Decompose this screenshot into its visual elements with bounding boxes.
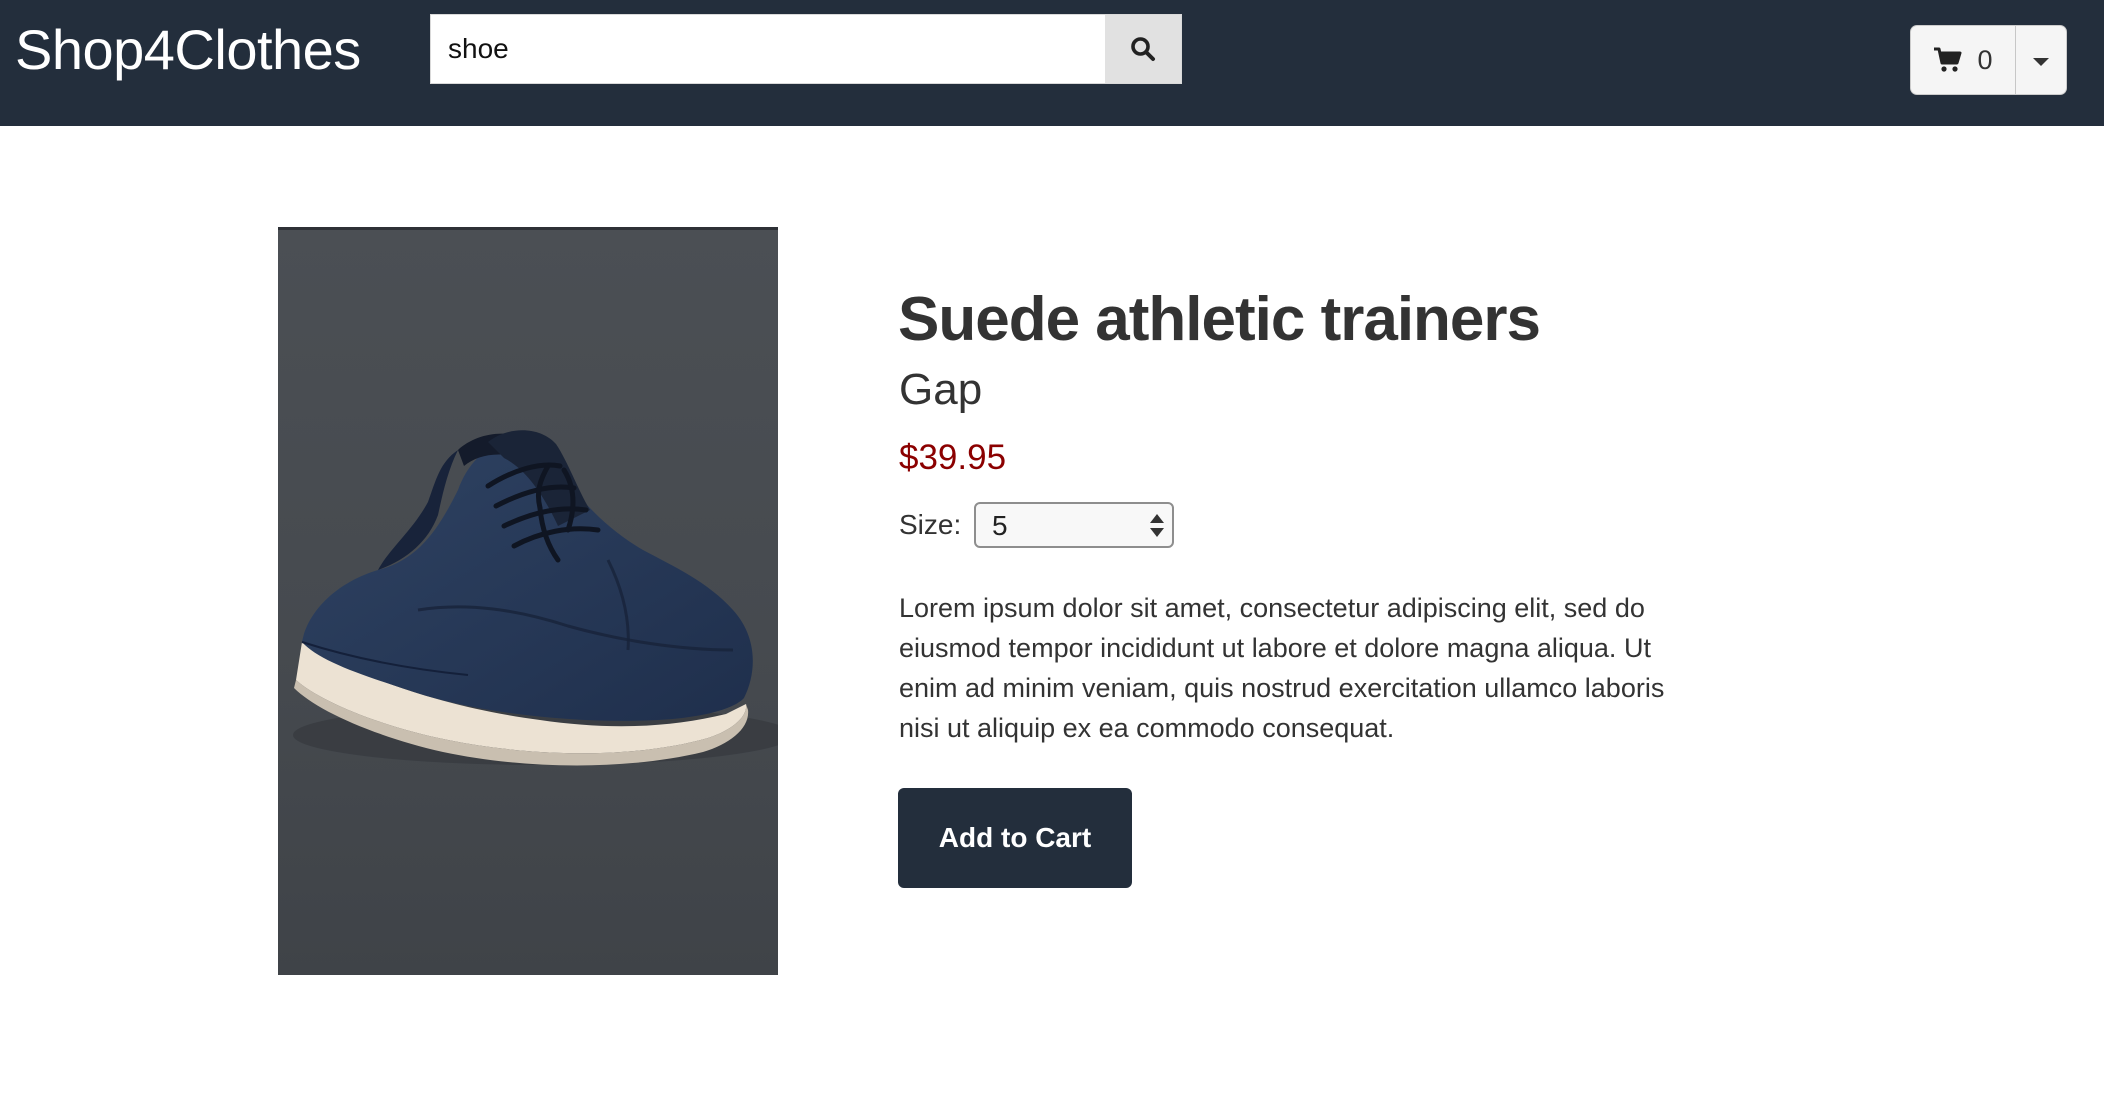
product-image bbox=[278, 227, 778, 975]
size-select[interactable]: 5 bbox=[974, 502, 1174, 548]
search-icon bbox=[1131, 37, 1155, 61]
search-input[interactable] bbox=[431, 15, 1105, 83]
size-label: Size: bbox=[899, 509, 962, 540]
site-logo[interactable]: Shop4Clothes bbox=[15, 14, 361, 86]
cart-dropdown-toggle[interactable] bbox=[2016, 26, 2066, 94]
search-button[interactable] bbox=[1105, 15, 1181, 83]
cart-count: 0 bbox=[1977, 44, 1993, 75]
product-price: $39.95 bbox=[899, 438, 1007, 477]
chevron-up-icon bbox=[1150, 514, 1164, 523]
shoe-image bbox=[293, 430, 778, 766]
product-description: Lorem ipsum dolor sit amet, consectetur … bbox=[899, 593, 1665, 743]
cart-button[interactable]: 0 bbox=[1911, 26, 2016, 94]
caret-down-icon bbox=[2033, 58, 2049, 66]
product-brand: Gap bbox=[899, 365, 983, 414]
search-bar bbox=[430, 14, 1182, 84]
product-title: Suede athletic trainers bbox=[898, 285, 1541, 354]
top-navbar: Shop4Clothes 0 bbox=[0, 0, 2104, 126]
cart-icon bbox=[1934, 47, 1962, 72]
cart-button-group: 0 bbox=[1910, 25, 2067, 95]
chevron-down-icon bbox=[1150, 528, 1164, 537]
size-selected-value: 5 bbox=[992, 510, 1008, 541]
add-to-cart-button[interactable]: Add to Cart bbox=[898, 788, 1132, 888]
